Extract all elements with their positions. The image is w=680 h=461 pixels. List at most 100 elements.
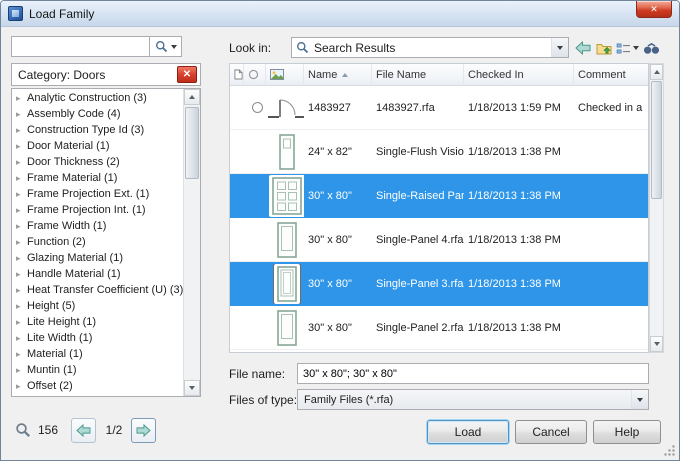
search-icon xyxy=(155,41,167,53)
category-tree-item[interactable]: Assembly Code (4) xyxy=(12,106,183,122)
files-of-type-dropdown[interactable]: Family Files (*.rfa) xyxy=(297,389,649,410)
header-name[interactable]: Name xyxy=(304,64,372,85)
cell-checked-in: 1/18/2013 1:38 PM xyxy=(468,233,561,246)
table-scrollbar[interactable] xyxy=(649,63,664,353)
category-tree-item[interactable]: Lite Width (1) xyxy=(12,330,183,346)
category-label: Frame Width (1) xyxy=(27,220,107,232)
cell-name: 30" x 80" xyxy=(308,321,352,334)
table-row[interactable]: 30" x 80" Single-Panel 4.rfa 1/18/2013 1… xyxy=(230,218,648,262)
look-in-search-icon xyxy=(297,42,309,54)
thumbnail xyxy=(274,307,300,348)
triangle-down-icon xyxy=(653,342,660,346)
category-tree-item[interactable]: Height (5) xyxy=(12,298,183,314)
files-of-type-label: Files of type: xyxy=(229,393,298,407)
table-row[interactable]: 30" x 80" Single-Panel 3.rfa 1/18/2013 1… xyxy=(230,262,648,306)
category-tree-item[interactable]: Door Material (1) xyxy=(12,138,183,154)
category-label: Frame Projection Int. (1) xyxy=(27,204,146,216)
category-filter-label: Category: Doors xyxy=(18,67,106,82)
back-button[interactable] xyxy=(573,38,593,58)
table-row[interactable]: 30" x 80" Single-Raised Panel w... 1/18/… xyxy=(230,174,648,218)
header-status-column[interactable] xyxy=(244,64,266,85)
category-tree-item[interactable]: Construction Type Id (3) xyxy=(12,122,183,138)
header-comment[interactable]: Comment xyxy=(574,64,648,85)
arrow-right-icon xyxy=(136,424,151,437)
category-tree-item[interactable]: Material (1) xyxy=(12,346,183,362)
scroll-up-button[interactable] xyxy=(184,89,200,105)
load-button[interactable]: Load xyxy=(427,420,509,444)
help-button[interactable]: Help xyxy=(593,420,661,444)
look-in-dropdown[interactable]: Search Results xyxy=(291,37,569,58)
category-tree-item[interactable]: Glazing Material (1) xyxy=(12,250,183,266)
category-tree-item[interactable]: Analytic Construction (3) xyxy=(12,90,183,106)
header-comment-label: Comment xyxy=(578,68,626,81)
chevron-down-icon xyxy=(557,45,563,50)
cell-preview xyxy=(266,131,304,172)
cancel-button[interactable]: Cancel xyxy=(515,420,587,444)
header-preview-column[interactable] xyxy=(266,64,304,85)
clear-category-button[interactable]: ✕ xyxy=(177,66,197,83)
triangle-up-icon xyxy=(189,95,195,99)
category-label: Lite Width (1) xyxy=(27,332,93,344)
close-button[interactable]: ✕ xyxy=(636,1,672,18)
prev-page-button[interactable] xyxy=(71,418,96,443)
cell-checked-in: 1/18/2013 1:38 PM xyxy=(468,321,561,334)
header-doc-column[interactable] xyxy=(230,64,244,85)
window-title: Load Family xyxy=(29,6,95,21)
find-button[interactable] xyxy=(641,38,661,58)
category-filter-bar: Category: Doors ✕ xyxy=(11,63,201,86)
views-dropdown-button[interactable] xyxy=(631,38,641,58)
category-label: Offset (2) xyxy=(27,380,73,392)
arrow-left-icon xyxy=(76,424,91,437)
category-tree-item[interactable]: Muntin (1) xyxy=(12,362,183,378)
category-label: Function (2) xyxy=(27,236,86,248)
cell-checked-in: 1/18/2013 1:38 PM xyxy=(468,189,561,202)
up-one-level-button[interactable] xyxy=(595,38,613,58)
binoculars-icon xyxy=(643,42,659,54)
next-page-button[interactable] xyxy=(131,418,156,443)
scroll-up-button[interactable] xyxy=(650,64,663,80)
table-header[interactable]: Name File Name Checked In Comment xyxy=(230,64,648,86)
cell-preview xyxy=(266,92,304,123)
tree-scrollbar[interactable] xyxy=(183,89,200,396)
image-icon xyxy=(270,69,284,80)
category-tree-item[interactable]: Frame Projection Ext. (1) xyxy=(12,186,183,202)
search-dropdown-button[interactable] xyxy=(149,36,182,57)
titlebar[interactable]: Load Family xyxy=(1,1,679,27)
search-input[interactable] xyxy=(11,36,150,57)
category-tree-item[interactable]: Frame Width (1) xyxy=(12,218,183,234)
category-tree-item[interactable]: Handle Material (1) xyxy=(12,266,183,282)
cell-file-name: 1483927.rfa xyxy=(376,101,435,114)
views-button[interactable] xyxy=(615,38,631,58)
scroll-thumb[interactable] xyxy=(185,107,199,179)
table-row[interactable]: 1483927 1483927.rfa 1/18/2013 1:59 PM Ch… xyxy=(230,86,648,130)
resize-grip[interactable] xyxy=(663,444,676,457)
category-tree-item[interactable]: Lite Height (1) xyxy=(12,314,183,330)
category-label: Frame Material (1) xyxy=(27,172,118,184)
header-checked-in[interactable]: Checked In xyxy=(464,64,574,85)
scroll-down-button[interactable] xyxy=(184,380,200,396)
header-file-name[interactable]: File Name xyxy=(372,64,464,85)
scroll-down-button[interactable] xyxy=(650,336,663,352)
category-tree-item[interactable]: Function (2) xyxy=(12,234,183,250)
cell-checked-in: 1/18/2013 1:38 PM xyxy=(468,277,561,290)
scroll-thumb[interactable] xyxy=(651,81,662,199)
results-count-box: 156 xyxy=(15,422,58,438)
file-name-input[interactable] xyxy=(297,363,649,384)
category-label: Handle Material (1) xyxy=(27,268,121,280)
files-of-type-arrow-button[interactable] xyxy=(631,390,648,409)
table-row[interactable]: 30" x 80" Single-Panel 2.rfa 1/18/2013 1… xyxy=(230,306,648,350)
chevron-down-icon xyxy=(170,44,177,49)
door-raised-panel-thumb xyxy=(272,176,302,215)
door-plan-icon xyxy=(268,99,304,118)
chevron-down-icon xyxy=(633,46,639,50)
category-tree-item[interactable]: Heat Transfer Coefficient (U) (3) xyxy=(12,282,183,298)
category-tree-item[interactable]: Frame Projection Int. (1) xyxy=(12,202,183,218)
category-tree-item[interactable]: Offset (2) xyxy=(12,378,183,394)
table-row[interactable]: 24" x 82" Single-Flush Vision.rfa 1/18/2… xyxy=(230,130,648,174)
category-tree-item[interactable]: Frame Material (1) xyxy=(12,170,183,186)
look-in-arrow-button[interactable] xyxy=(551,38,568,57)
category-tree-item[interactable]: Door Thickness (2) xyxy=(12,154,183,170)
category-label: Construction Type Id (3) xyxy=(27,124,145,136)
cell-name: 1483927 xyxy=(308,101,351,114)
up-folder-icon xyxy=(596,44,612,55)
